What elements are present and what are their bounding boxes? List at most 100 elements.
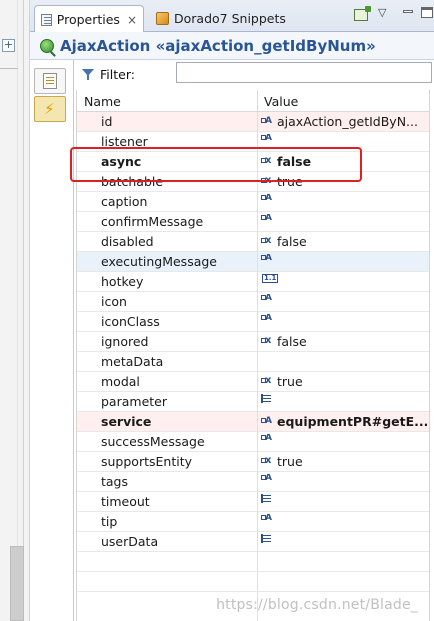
property-name: supportsEntity (101, 454, 192, 469)
property-value-cell[interactable]: equipmentPR#getE... (261, 414, 427, 429)
table-row[interactable]: userData (77, 532, 429, 552)
close-icon[interactable]: × (127, 13, 137, 27)
property-value: ajaxAction_getIdByN... (277, 114, 418, 129)
property-table: Name Value id ajaxAction_getIdByN...liste… (76, 90, 430, 621)
divider (17, 0, 18, 621)
table-row[interactable]: timeout (77, 492, 429, 512)
bool-type-icon (261, 336, 273, 346)
property-value-cell[interactable]: true (261, 174, 427, 189)
divider (0, 68, 18, 69)
divider (23, 0, 24, 621)
property-value-cell[interactable] (261, 434, 427, 443)
property-name: userData (101, 534, 159, 549)
property-value-cell[interactable]: false (261, 154, 427, 169)
property-name: disabled (101, 234, 154, 249)
tab-label: Dorado7 Snippets (174, 11, 286, 26)
table-row[interactable]: icon (77, 292, 429, 312)
property-value-cell[interactable] (261, 274, 427, 283)
column-divider (257, 392, 258, 412)
table-row-empty (77, 552, 429, 572)
property-value-cell[interactable] (261, 314, 427, 323)
list-type-icon (261, 534, 273, 543)
property-name: listener (101, 134, 148, 149)
property-value-cell[interactable]: true (261, 454, 427, 469)
filter-row: Filter: (74, 60, 434, 88)
str-type-icon (261, 117, 273, 126)
maximize-icon[interactable] (421, 7, 433, 18)
column-header-name[interactable]: Name (84, 94, 121, 109)
tab-properties[interactable]: Properties × (34, 5, 144, 33)
column-header-value[interactable]: Value (264, 94, 298, 109)
table-row[interactable]: batchable true (77, 172, 429, 192)
str-type-icon (261, 254, 273, 263)
property-name: caption (101, 194, 148, 209)
property-value: false (277, 234, 307, 249)
property-name: tip (101, 514, 118, 529)
table-row[interactable]: metaData (77, 352, 429, 372)
property-rows: id ajaxAction_getIdByN... listener async fal… (77, 112, 429, 592)
property-name: service (101, 414, 152, 429)
table-row[interactable]: confirmMessage (77, 212, 429, 232)
property-value-cell[interactable] (261, 514, 427, 523)
snippets-icon (156, 12, 169, 25)
table-row[interactable]: successMessage (77, 432, 429, 452)
column-divider (257, 272, 258, 292)
property-value-cell[interactable] (261, 194, 427, 203)
property-value-cell[interactable] (261, 534, 427, 543)
table-row[interactable]: parameter (77, 392, 429, 412)
document-icon (43, 73, 57, 89)
column-divider (257, 252, 258, 272)
scrollbar-thumb[interactable] (10, 546, 24, 621)
property-value-cell[interactable]: true (261, 374, 427, 389)
table-row[interactable]: id ajaxAction_getIdByN... (77, 112, 429, 132)
str-type-icon (261, 194, 273, 203)
table-row[interactable]: service equipmentPR#getE... (77, 412, 429, 432)
tab-dorado7-snippets[interactable]: Dorado7 Snippets (150, 5, 320, 32)
bool-type-icon (261, 236, 273, 246)
property-value-cell[interactable] (261, 294, 427, 303)
column-divider (257, 332, 258, 352)
property-value: false (277, 334, 307, 349)
property-value-cell[interactable]: ajaxAction_getIdByN... (261, 114, 427, 129)
property-value-cell[interactable] (261, 134, 427, 143)
property-value-cell[interactable] (261, 474, 427, 483)
table-row[interactable]: caption (77, 192, 429, 212)
column-divider (257, 452, 258, 472)
property-value-cell[interactable]: false (261, 334, 427, 349)
column-divider (257, 512, 258, 532)
bool-type-icon (261, 176, 273, 186)
expand-icon[interactable]: + (2, 39, 15, 52)
attributes-category-button[interactable] (34, 68, 66, 94)
filter-input[interactable] (176, 62, 432, 83)
table-row[interactable]: listener (77, 132, 429, 152)
property-value: false (277, 154, 312, 169)
minimize-icon[interactable] (403, 10, 413, 13)
table-row[interactable]: iconClass (77, 312, 429, 332)
pin-view-icon[interactable] (354, 6, 371, 21)
events-category-button[interactable]: ⚡ (34, 96, 66, 122)
column-divider (257, 232, 258, 252)
table-row[interactable]: async false (77, 152, 429, 172)
bool-type-icon (261, 456, 273, 466)
column-divider (257, 152, 258, 172)
view-tab-bar: Properties × Dorado7 Snippets ▽ (30, 0, 434, 33)
column-divider (257, 192, 258, 212)
view-menu-chevron-icon[interactable]: ▽ (378, 6, 386, 19)
property-value-cell[interactable] (261, 394, 427, 403)
property-value-cell[interactable] (261, 254, 427, 263)
table-row[interactable]: tip (77, 512, 429, 532)
table-row[interactable]: executingMessage (77, 252, 429, 272)
table-row[interactable]: disabled false (77, 232, 429, 252)
table-row[interactable]: hotkey (77, 272, 429, 292)
property-name: hotkey (101, 274, 144, 289)
table-row[interactable]: tags (77, 472, 429, 492)
property-value-cell[interactable]: false (261, 234, 427, 249)
table-row[interactable]: supportsEntity true (77, 452, 429, 472)
property-value-cell[interactable] (261, 214, 427, 223)
property-value-cell[interactable] (261, 494, 427, 503)
column-divider[interactable] (257, 90, 258, 112)
column-divider (257, 292, 258, 312)
table-row[interactable]: ignored false (77, 332, 429, 352)
table-row[interactable]: modal true (77, 372, 429, 392)
property-name: confirmMessage (101, 214, 204, 229)
